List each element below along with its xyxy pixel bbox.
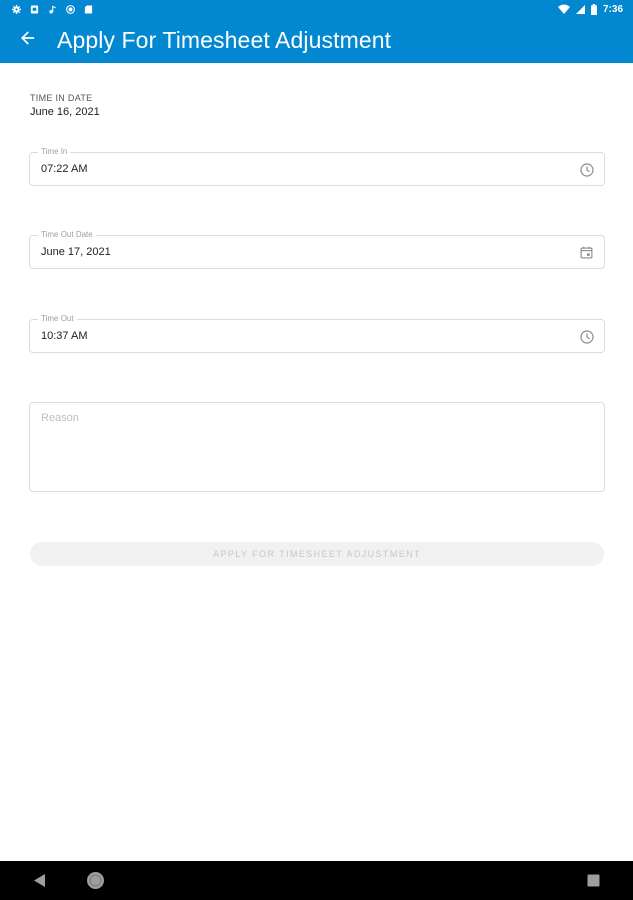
sim-card-icon [30,4,39,14]
status-time: 7:36 [602,3,623,15]
apply-button[interactable]: APPLY FOR TIMESHEET ADJUSTMENT [30,542,604,566]
status-bar-system: 7:36 [557,3,623,15]
time-in-date-label: TIME IN DATE [30,93,93,103]
time-in-date-block: TIME IN DATE June 16, 2021 [30,93,100,118]
app-bar: Apply For Timesheet Adjustment [0,18,633,63]
circle-app-icon [66,4,75,14]
timesheet-form: TIME IN DATE June 16, 2021 Time In 07:22… [0,63,633,861]
time-in-value: 07:22 AM [41,163,88,175]
clock-icon[interactable] [579,162,594,177]
time-out-date-value: June 17, 2021 [41,246,111,258]
time-out-date-label: Time Out Date [38,230,96,240]
reason-field[interactable] [29,402,605,492]
back-button[interactable] [6,18,50,63]
reason-input[interactable] [30,403,604,491]
status-bar: 7:36 [0,0,633,18]
wifi-icon [557,4,570,14]
nav-recents-icon[interactable] [587,874,600,887]
time-in-date-value: June 16, 2021 [30,106,100,118]
cell-signal-icon [575,4,585,14]
status-bar-notifications [12,4,93,14]
nav-home-icon[interactable] [86,871,105,890]
time-in-label: Time In [38,147,71,157]
time-in-field[interactable]: Time In 07:22 AM [29,147,605,186]
arrow-left-icon [21,31,35,50]
page-title: Apply For Timesheet Adjustment [57,27,392,53]
battery-icon [590,3,597,15]
system-nav-bar [0,861,633,900]
calendar-icon[interactable] [579,245,594,260]
storage-card-icon [84,4,93,14]
time-out-label: Time Out [38,314,77,324]
music-note-icon [48,5,57,14]
time-out-date-field[interactable]: Time Out Date June 17, 2021 [29,230,605,269]
nav-back-icon[interactable] [33,873,47,888]
time-out-field[interactable]: Time Out 10:37 AM [29,314,605,353]
settings-icon [12,4,21,14]
clock-icon[interactable] [579,329,594,344]
time-out-value: 10:37 AM [41,330,88,342]
